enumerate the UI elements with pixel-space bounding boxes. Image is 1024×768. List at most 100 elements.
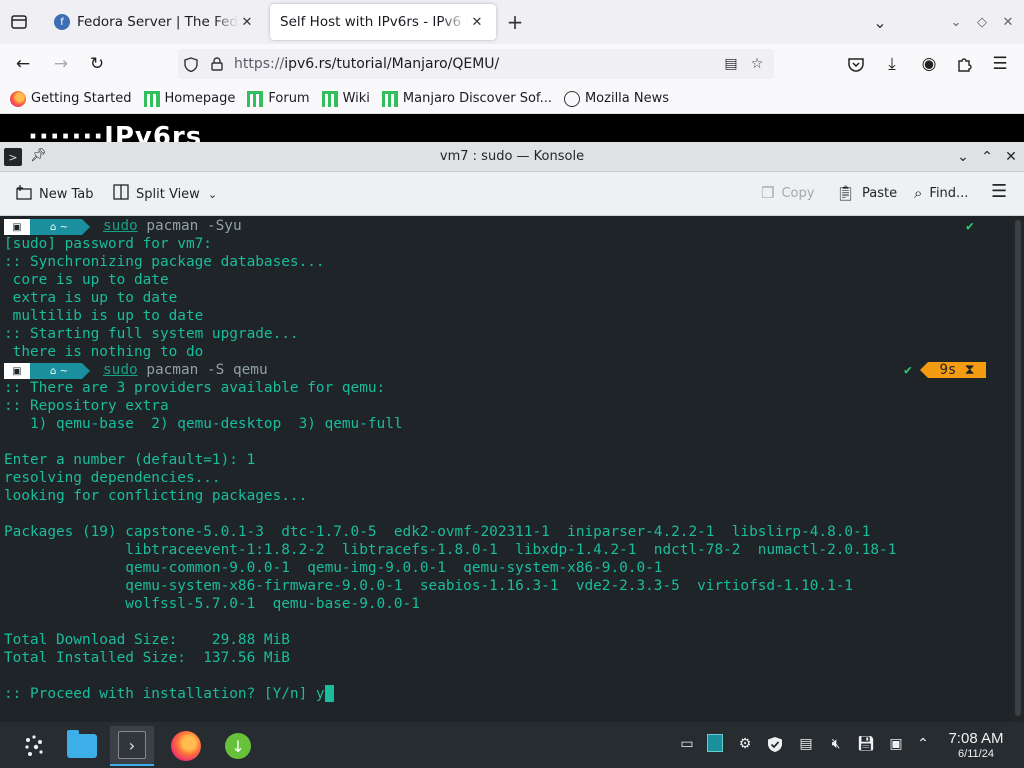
list-all-tabs-icon[interactable]: ⌄ [870, 12, 890, 32]
chevron-down-icon: ⌄ [207, 187, 218, 201]
close-window-icon[interactable]: ✕ [998, 12, 1018, 32]
bookmark-homepage[interactable]: Homepage [143, 90, 236, 107]
bookmark-wiki[interactable]: Wiki [321, 90, 370, 107]
virtual-desktop-icon[interactable] [705, 732, 725, 754]
menu-icon[interactable]: ☰ [987, 52, 1013, 76]
clock-date: 6/11/24 [958, 748, 994, 760]
paste-button[interactable]: 📋︎ Paste [836, 184, 897, 202]
command-args: pacman -Syu [137, 218, 242, 234]
command-args: pacman -S qemu [137, 362, 268, 378]
downloads-icon[interactable]: ⤓ [879, 52, 905, 76]
url-bar[interactable]: https://ipv6.rs/tutorial/Manjaro/QEMU/ ▤… [178, 49, 774, 79]
software-updater-icon[interactable]: ↓ [216, 726, 260, 766]
forward-icon[interactable]: → [48, 52, 74, 76]
copy-button[interactable]: ❐ Copy [761, 184, 814, 202]
bookmark-label: Wiki [342, 91, 370, 106]
new-tab-label: New Tab [39, 186, 94, 202]
download-arrow-icon: ↓ [225, 733, 251, 759]
hamburger-menu-icon[interactable]: ☰ [991, 181, 1007, 202]
site-logo[interactable]: ·······IPv6rs [28, 122, 202, 144]
taskbar: › ↓ ▭ ⚙︎ ▤ 🔇︎ 💾︎ ▣ ⌃ 7:08 AM 6/11/24 [0, 722, 1024, 768]
terminal-line: resolving dependencies... [4, 470, 221, 486]
browser-tab-fedora[interactable]: f Fedora Server | The Fedora ✕ [44, 4, 266, 40]
firefox-task-icon[interactable] [164, 726, 208, 766]
storage-icon[interactable]: 💾︎ [856, 734, 876, 754]
command-keyword: sudo [103, 218, 138, 234]
browser-tab-ipv6rs[interactable]: Self Host with IPv6rs - IPv6 Pr ✕ [270, 4, 496, 40]
bookmark-getting-started[interactable]: Getting Started [10, 90, 132, 107]
file-manager-icon[interactable] [60, 726, 104, 766]
bookmark-manjaro-discover[interactable]: Manjaro Discover Sof... [381, 90, 552, 107]
account-icon[interactable]: ◉ [916, 52, 942, 76]
shield-update-icon[interactable] [765, 734, 785, 754]
expand-tray-icon[interactable]: ⌃ [913, 734, 933, 754]
minimize-icon[interactable]: ⌄ [953, 147, 973, 167]
lock-icon[interactable] [204, 51, 230, 77]
terminal-line: core is up to date [4, 272, 169, 288]
close-icon[interactable]: ✕ [238, 13, 256, 31]
terminal-area[interactable]: ▣ ⌂ ~ sudo pacman -Syu ✔ [sudo] password… [0, 216, 1012, 722]
clock[interactable]: 7:08 AM 6/11/24 [936, 730, 1016, 761]
reader-view-icon[interactable]: ▤ [718, 51, 744, 77]
network-icon[interactable]: ⚙︎ [735, 734, 755, 754]
split-view-icon [113, 184, 129, 204]
url-text[interactable]: https://ipv6.rs/tutorial/Manjaro/QEMU/ [234, 56, 718, 72]
find-button[interactable]: ⌕ Find... [914, 184, 968, 202]
new-tab-button[interactable]: + [503, 10, 527, 34]
shield-icon[interactable] [178, 51, 204, 77]
command-keyword: sudo [103, 362, 138, 378]
close-icon[interactable]: ✕ [1001, 147, 1021, 167]
maximize-icon[interactable]: ⌃ [977, 147, 997, 167]
terminal-input-line[interactable]: :: Proceed with installation? [Y/n] y [4, 685, 334, 703]
terminal-line: :: Synchronizing package databases... [4, 254, 325, 270]
split-view-label: Split View [136, 186, 200, 202]
bookmark-star-icon[interactable]: ☆ [744, 51, 770, 77]
pocket-icon[interactable] [843, 52, 869, 76]
install-confirm-prompt: :: Proceed with installation? [Y/n] y [4, 686, 325, 702]
text-cursor [324, 685, 334, 702]
volume-muted-icon[interactable]: 🔇︎ [826, 734, 846, 754]
prompt-cwd: ⌂ ~ [30, 363, 90, 379]
back-icon[interactable]: ← [10, 52, 36, 76]
bookmark-forum[interactable]: Forum [247, 90, 310, 107]
close-icon[interactable]: ✕ [468, 13, 486, 31]
terminal-line: Packages (19) capstone-5.0.1-3 dtc-1.7.0… [4, 524, 871, 540]
terminal-line: qemu-common-9.0.0-1 qemu-img-9.0.0-1 qem… [4, 560, 663, 576]
extensions-icon[interactable] [951, 52, 977, 76]
display-icon[interactable]: ▣ [886, 734, 906, 754]
konsole-titlebar[interactable]: > 📌︎ vm7 : sudo — Konsole ⌄ ⌃ ✕ [0, 142, 1024, 172]
terminal-line: :: Repository extra [4, 398, 169, 414]
notes-icon[interactable]: ▤ [796, 734, 816, 754]
prompt-cwd: ⌂ ~ [30, 219, 90, 235]
terminal-scrollbar[interactable] [1012, 216, 1024, 722]
maximize-icon[interactable]: ◇ [972, 12, 992, 32]
tab-list-icon[interactable] [6, 10, 32, 34]
url-prefix: https:// [234, 56, 285, 72]
window-title: vm7 : sudo — Konsole [439, 149, 585, 164]
command-line: sudo pacman -Syu [103, 217, 242, 235]
scrollbar-thumb[interactable] [1015, 220, 1021, 716]
minimize-icon[interactable]: ⌄ [946, 12, 966, 32]
terminal-line: :: There are 3 providers available for q… [4, 380, 386, 396]
copy-label: Copy [781, 185, 815, 201]
terminal-line: Total Installed Size: 137.56 MiB [4, 650, 290, 666]
find-label: Find... [929, 185, 969, 201]
terminal-line: qemu-system-x86-firmware-9.0.0-1 seabios… [4, 578, 854, 594]
fedora-icon: f [54, 14, 70, 30]
paste-icon: 📋︎ [836, 184, 856, 202]
konsole-task-icon[interactable]: › [110, 726, 154, 766]
split-view-button[interactable]: Split View ⌄ [113, 184, 217, 204]
search-icon: ⌕ [914, 184, 923, 202]
os-icon: ▣ [4, 219, 38, 235]
clipboard-icon[interactable]: ▭ [677, 734, 697, 754]
bookmark-label: Homepage [164, 91, 236, 106]
new-tab-button[interactable]: New Tab [16, 184, 94, 204]
bookmark-mozilla-news[interactable]: Mozilla News [563, 90, 669, 107]
browser-nav-bar: ← → ↻ https://ipv6.rs/tutorial/Manjaro/Q… [0, 44, 1024, 84]
desktop-pager-icon [707, 734, 723, 752]
reload-icon[interactable]: ↻ [84, 52, 110, 76]
app-launcher-icon[interactable] [12, 726, 56, 766]
command-line: sudo pacman -S qemu [103, 361, 268, 379]
paste-label: Paste [862, 185, 898, 201]
success-check-icon: ✔ [904, 363, 912, 378]
